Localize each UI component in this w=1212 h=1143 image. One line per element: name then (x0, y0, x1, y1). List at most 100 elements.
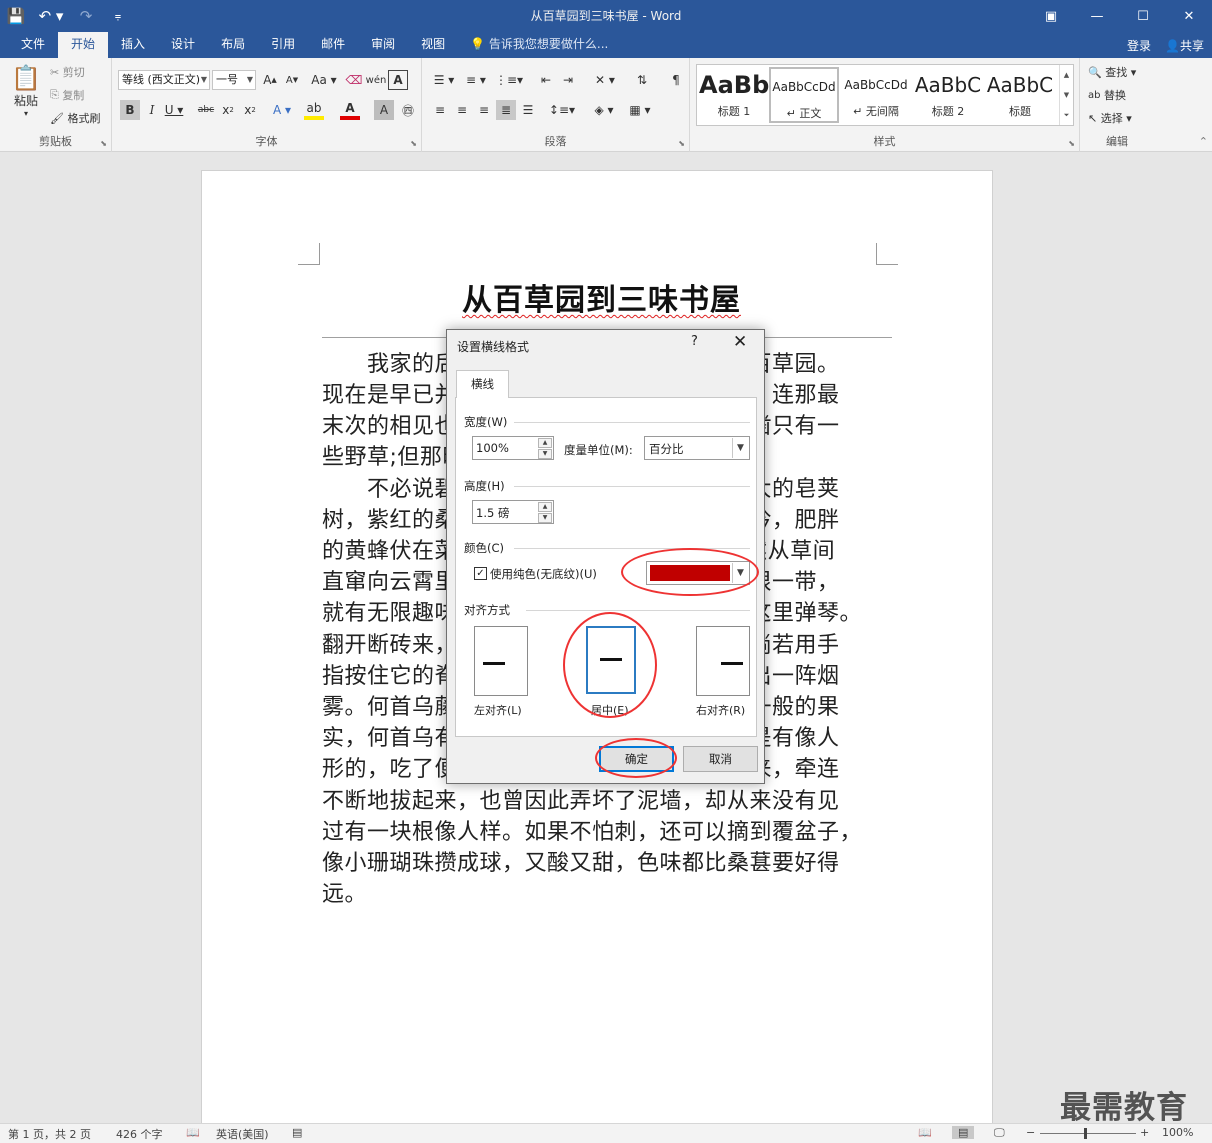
grow-font-icon[interactable]: A ▲ (260, 70, 280, 90)
multilevel-list-icon[interactable]: ⋮≡▾ (494, 70, 524, 90)
font-name-combo[interactable]: 等线 (西文正文) ▼ (118, 70, 210, 90)
tab-view[interactable]: 视图 (408, 32, 458, 58)
find-button[interactable]: 🔍 查找 ▾ (1088, 64, 1136, 80)
save-icon[interactable]: 💾 (0, 0, 32, 32)
show-marks-icon[interactable]: ¶ (666, 70, 686, 90)
tab-insert[interactable]: 插入 (108, 32, 158, 58)
share-button[interactable]: 👤共享 (1165, 37, 1204, 54)
bold-icon[interactable]: B (120, 100, 140, 120)
zoom-in-icon[interactable]: + (1140, 1126, 1149, 1139)
text-effects-icon[interactable]: A ▾ (272, 100, 292, 120)
line-spacing-icon[interactable]: ↕≡▾ (548, 100, 576, 120)
proofing-icon[interactable]: 📖 (186, 1126, 200, 1139)
decrease-indent-icon[interactable]: ⇤ (536, 70, 556, 90)
underline-icon[interactable]: U ▾ (164, 100, 184, 120)
select-button[interactable]: ↖ 选择 ▾ (1088, 110, 1132, 126)
ribbon-display-options-icon[interactable]: ▣ (1028, 0, 1074, 32)
style-no-spacing[interactable]: AaBbCcDd ↵ 无间隔 (841, 67, 911, 123)
styles-scroll[interactable]: ▲ ▼ ⏷ (1059, 65, 1073, 125)
macro-icon[interactable]: ▤ (292, 1126, 302, 1139)
dialog-launcher-icon[interactable]: ⬊ (678, 139, 685, 148)
dialog-launcher-icon[interactable]: ⬊ (410, 139, 417, 148)
align-right-icon[interactable]: ≡ (474, 100, 494, 120)
style-heading-1[interactable]: AaBb 标题 1 (699, 67, 769, 123)
close-icon[interactable]: ✕ (733, 332, 747, 352)
cancel-button[interactable]: 取消 (683, 746, 758, 772)
tab-home[interactable]: 开始 (58, 32, 109, 58)
style-normal[interactable]: AaBbCcDd ↵ 正文 (769, 67, 839, 123)
style-heading-2[interactable]: AaBbC 标题 2 (913, 67, 983, 123)
align-left-option[interactable] (474, 626, 528, 696)
align-left-icon[interactable]: ≡ (430, 100, 450, 120)
copy-button[interactable]: ⎘ 复制 (50, 87, 84, 103)
shrink-font-icon[interactable]: A ▼ (282, 70, 302, 90)
tab-layout[interactable]: 布局 (208, 32, 258, 58)
align-center-icon[interactable]: ≡ (452, 100, 472, 120)
tab-review[interactable]: 审阅 (358, 32, 408, 58)
spin-down-icon[interactable]: ▼ (538, 513, 552, 523)
language-indicator[interactable]: 英语(美国) (216, 1126, 269, 1142)
tab-design[interactable]: 设计 (158, 32, 208, 58)
help-icon[interactable]: ? (691, 334, 698, 349)
customize-quick-access-icon[interactable]: ⩦ (102, 0, 134, 32)
superscript-icon[interactable]: x2 (240, 100, 260, 120)
change-case-icon[interactable]: Aa ▾ (310, 70, 338, 90)
height-spinner[interactable]: 1.5 磅 ▲ ▼ (472, 500, 554, 524)
minimize-icon[interactable]: — (1074, 0, 1120, 32)
style-title[interactable]: AaBbC 标题 (985, 67, 1055, 123)
zoom-level[interactable]: 100% (1162, 1126, 1193, 1139)
tab-mailings[interactable]: 邮件 (308, 32, 358, 58)
highlight-color-icon[interactable]: ab (304, 100, 324, 120)
sign-in-link[interactable]: 登录 (1127, 37, 1151, 54)
undo-icon[interactable]: ↶ ▾ (32, 0, 70, 32)
ok-button[interactable]: 确定 (599, 746, 674, 772)
unit-dropdown[interactable]: 百分比 ▼ (644, 436, 750, 460)
zoom-out-icon[interactable]: − (1026, 1126, 1035, 1139)
tab-file[interactable]: 文件 (8, 32, 58, 58)
zoom-slider[interactable] (1040, 1133, 1136, 1134)
replace-button[interactable]: ab 替换 (1088, 87, 1126, 103)
character-border-icon[interactable]: A (388, 70, 408, 90)
maximize-icon[interactable]: ☐ (1120, 0, 1166, 32)
justify-icon[interactable]: ≣ (496, 100, 516, 120)
tell-me-box[interactable]: 💡 告诉我您想要做什么... (470, 32, 608, 58)
italic-icon[interactable]: I (142, 100, 162, 120)
solid-color-checkbox[interactable]: ✓ (474, 567, 487, 580)
increase-indent-icon[interactable]: ⇥ (558, 70, 578, 90)
phonetic-guide-icon[interactable]: wén (366, 70, 387, 90)
strikethrough-icon[interactable]: abc (196, 100, 216, 120)
page-count[interactable]: 第 1 页，共 2 页 (8, 1126, 91, 1142)
collapse-ribbon-icon[interactable]: ⌃ (1199, 135, 1208, 148)
dialog-launcher-icon[interactable]: ⬊ (1068, 139, 1075, 148)
tab-horizontal-line[interactable]: 横线 (456, 370, 509, 398)
dialog-launcher-icon[interactable]: ⬊ (100, 139, 107, 148)
subscript-icon[interactable]: x2 (218, 100, 238, 120)
width-spinner[interactable]: 100% ▲ ▼ (472, 436, 554, 460)
zoom-slider-thumb[interactable] (1084, 1128, 1087, 1139)
font-size-combo[interactable]: 一号 ▼ (212, 70, 256, 90)
enclosed-characters-icon[interactable]: ㊃ (398, 100, 418, 120)
color-dropdown[interactable]: ▼ (646, 561, 750, 585)
font-color-icon[interactable]: A (340, 100, 360, 120)
spin-down-icon[interactable]: ▼ (538, 449, 552, 459)
web-layout-icon[interactable]: 🖵 (994, 1126, 1005, 1140)
read-mode-icon[interactable]: 📖 (918, 1126, 932, 1139)
paste-button[interactable]: 📋 粘贴 ▾ (8, 64, 44, 118)
chinese-layout-icon[interactable]: ✕ ▾ (590, 70, 620, 90)
shading-icon[interactable]: ◈ ▾ (590, 100, 618, 120)
align-center-option[interactable] (586, 626, 636, 694)
distributed-icon[interactable]: ☰ (518, 100, 538, 120)
format-painter-button[interactable]: 🖌 格式刷 (50, 110, 100, 126)
numbering-icon[interactable]: ≡ ▾ (462, 70, 490, 90)
close-window-icon[interactable]: ✕ (1166, 0, 1212, 32)
sort-icon[interactable]: ⇅ (632, 70, 652, 90)
clear-formatting-icon[interactable]: ⌫ (344, 70, 364, 90)
borders-icon[interactable]: ▦ ▾ (626, 100, 654, 120)
bullets-icon[interactable]: ☰ ▾ (430, 70, 458, 90)
print-layout-icon[interactable]: ▤ (952, 1126, 975, 1139)
character-shading-icon[interactable]: A (374, 100, 394, 120)
tab-references[interactable]: 引用 (258, 32, 308, 58)
redo-icon[interactable]: ↷ (70, 0, 102, 32)
word-count[interactable]: 426 个字 (116, 1126, 163, 1142)
spin-up-icon[interactable]: ▲ (538, 502, 552, 512)
